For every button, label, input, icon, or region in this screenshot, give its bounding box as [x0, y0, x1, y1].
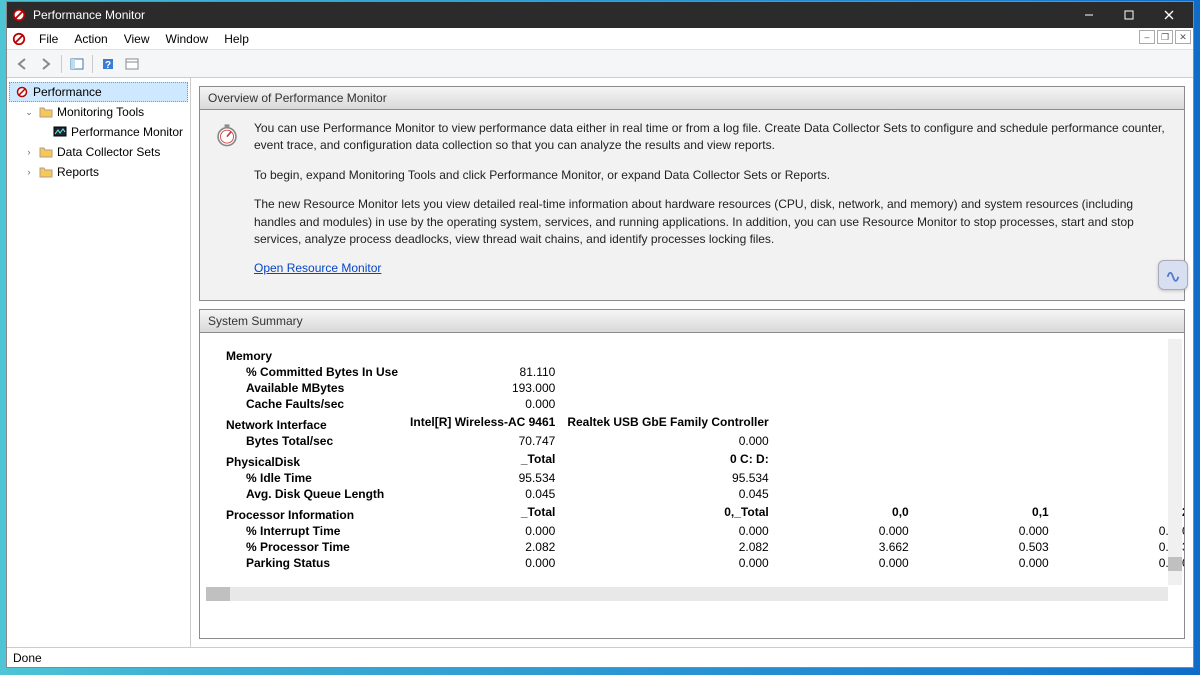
minimize-button[interactable]: [1069, 2, 1109, 28]
side-widget-icon[interactable]: [1158, 260, 1188, 290]
scrollbar-thumb[interactable]: [206, 587, 230, 601]
folder-icon: [38, 144, 54, 160]
overview-text: You can use Performance Monitor to view …: [254, 120, 1170, 290]
mdi-minimize[interactable]: –: [1139, 30, 1155, 44]
menu-view[interactable]: View: [116, 30, 158, 48]
content-area: Overview of Performance Monitor You can …: [191, 78, 1193, 647]
menu-window[interactable]: Window: [158, 30, 217, 48]
separator: [92, 55, 93, 73]
properties-button[interactable]: [121, 53, 143, 75]
show-hide-tree-button[interactable]: [66, 53, 88, 75]
tree-performance-monitor[interactable]: Performance Monitor: [9, 122, 188, 142]
tree-root-performance[interactable]: Performance: [9, 82, 188, 102]
toolbar: ?: [7, 50, 1193, 78]
maximize-button[interactable]: [1109, 2, 1149, 28]
stopwatch-icon: [214, 120, 242, 290]
overview-p1: You can use Performance Monitor to view …: [254, 120, 1170, 155]
open-resource-monitor-link[interactable]: Open Resource Monitor: [254, 261, 381, 275]
tree-reports[interactable]: › Reports: [9, 162, 188, 182]
separator: [61, 55, 62, 73]
expand-icon[interactable]: ›: [23, 167, 35, 177]
overview-p2: To begin, expand Monitoring Tools and cl…: [254, 167, 1170, 184]
overview-body: You can use Performance Monitor to view …: [200, 110, 1184, 300]
overview-header: Overview of Performance Monitor: [200, 87, 1184, 110]
tree-label: Monitoring Tools: [57, 105, 144, 119]
overview-panel: Overview of Performance Monitor You can …: [199, 86, 1185, 301]
folder-icon: [38, 164, 54, 180]
folder-icon: [38, 104, 54, 120]
scrollbar-thumb[interactable]: [1168, 557, 1182, 571]
tree-label: Performance Monitor: [71, 125, 183, 139]
titlebar: Performance Monitor: [7, 2, 1193, 28]
vertical-scrollbar[interactable]: [1168, 339, 1182, 585]
app-icon: [14, 84, 30, 100]
tree-label: Data Collector Sets: [57, 145, 160, 159]
statusbar: Done: [7, 647, 1193, 667]
back-button[interactable]: [11, 53, 33, 75]
expand-icon[interactable]: ›: [23, 147, 35, 157]
menu-file[interactable]: File: [31, 30, 66, 48]
nav-tree: Performance ⌄ Monitoring Tools Performan…: [7, 78, 191, 647]
summary-table: Memory % Committed Bytes In Use81.110 Av…: [206, 343, 1184, 571]
overview-p3: The new Resource Monitor lets you view d…: [254, 196, 1170, 248]
horizontal-scrollbar[interactable]: [206, 587, 1168, 601]
window-title: Performance Monitor: [33, 8, 1069, 22]
menu-action[interactable]: Action: [66, 30, 115, 48]
menu-help[interactable]: Help: [216, 30, 257, 48]
app-icon: [11, 31, 27, 47]
monitor-icon: [52, 124, 68, 140]
summary-body: Memory % Committed Bytes In Use81.110 Av…: [200, 333, 1184, 603]
summary-panel: System Summary Memory % Committed Bytes …: [199, 309, 1185, 639]
tree-label: Reports: [57, 165, 99, 179]
help-button[interactable]: ?: [97, 53, 119, 75]
mdi-restore[interactable]: ❐: [1157, 30, 1173, 44]
forward-button[interactable]: [35, 53, 57, 75]
tree-label: Performance: [33, 85, 102, 99]
mdi-controls: – ❐ ✕: [1139, 30, 1191, 44]
app-window: Performance Monitor File Action View Win…: [6, 1, 1194, 668]
svg-text:?: ?: [105, 60, 111, 71]
close-button[interactable]: [1149, 2, 1189, 28]
collapse-icon[interactable]: ⌄: [23, 107, 35, 118]
app-icon: [11, 7, 27, 23]
menubar: File Action View Window Help – ❐ ✕: [7, 28, 1193, 50]
summary-header: System Summary: [200, 310, 1184, 333]
status-text: Done: [13, 651, 42, 665]
tree-monitoring-tools[interactable]: ⌄ Monitoring Tools: [9, 102, 188, 122]
mdi-close[interactable]: ✕: [1175, 30, 1191, 44]
body: Performance ⌄ Monitoring Tools Performan…: [7, 78, 1193, 647]
tree-data-collector-sets[interactable]: › Data Collector Sets: [9, 142, 188, 162]
section-memory: Memory: [206, 343, 404, 364]
